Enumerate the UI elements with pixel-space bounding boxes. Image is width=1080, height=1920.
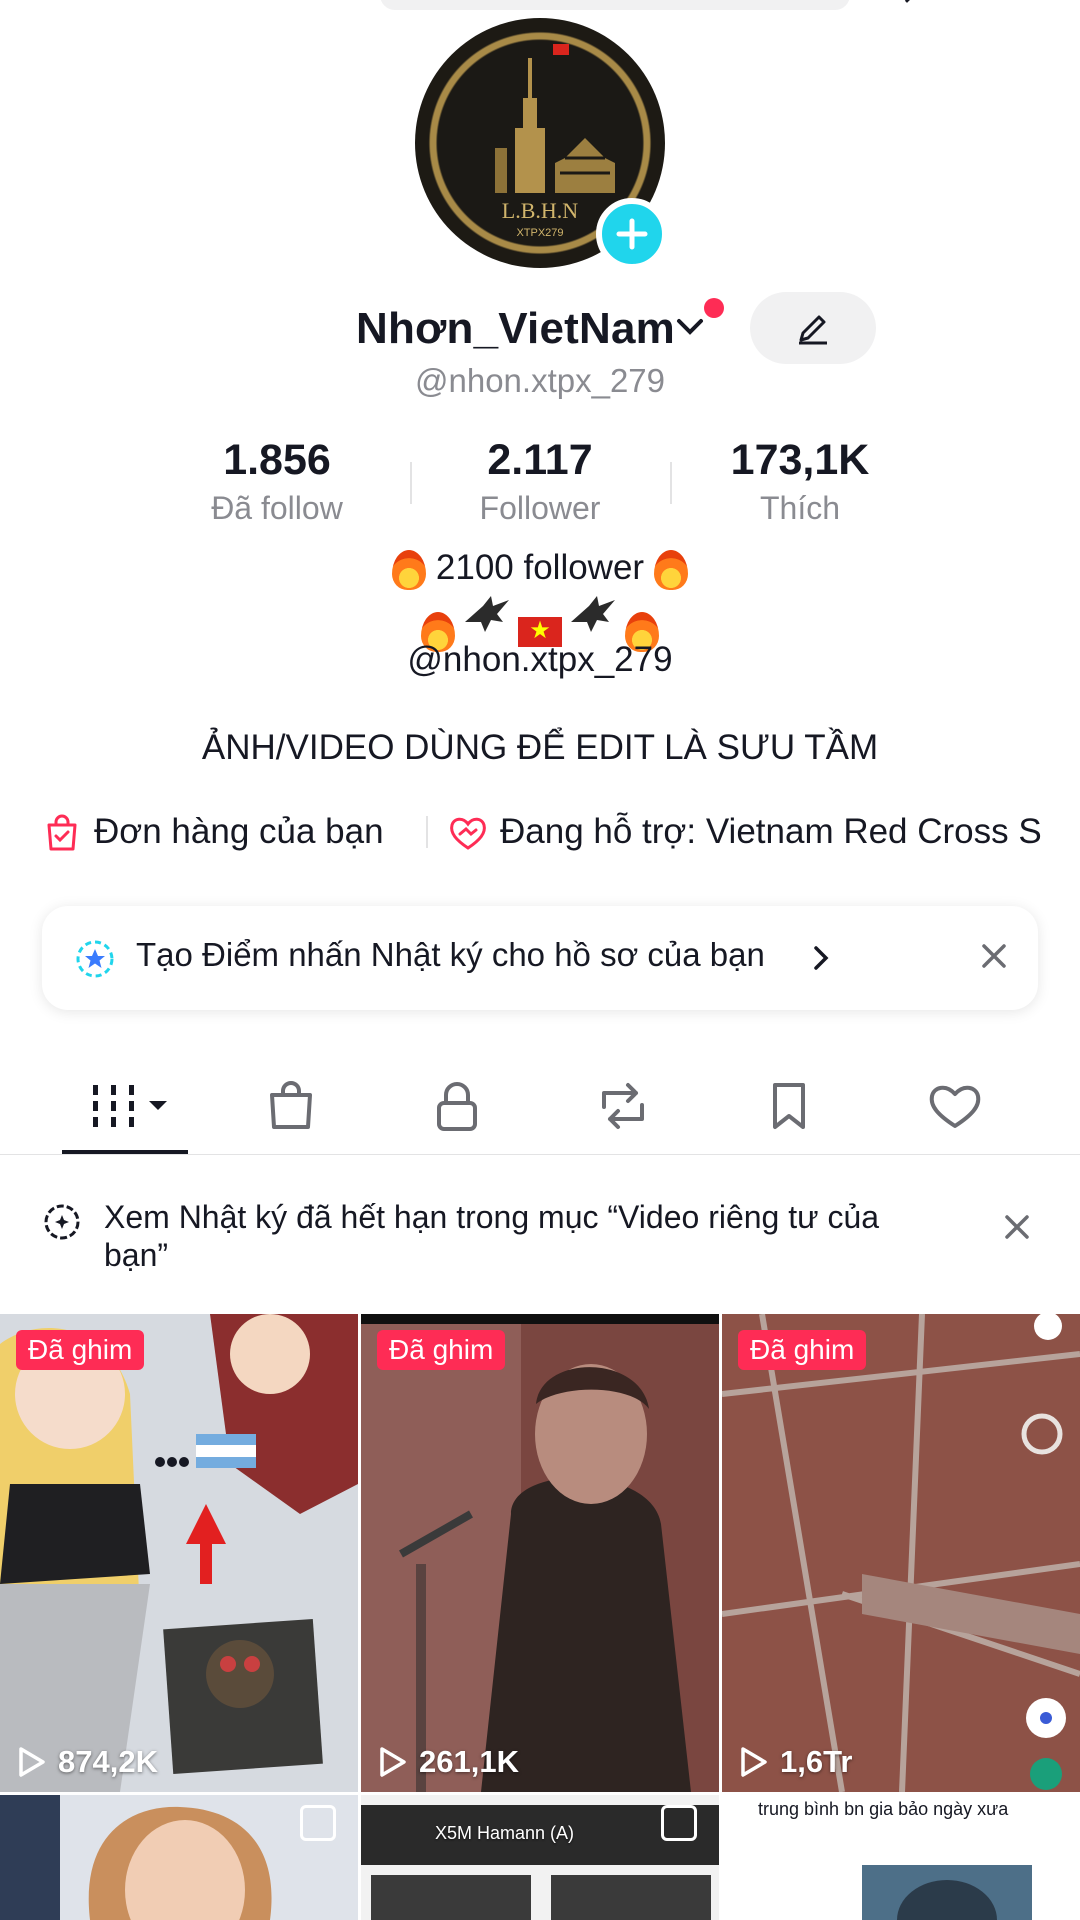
fire-icon xyxy=(653,549,688,590)
search-bar[interactable] xyxy=(380,0,850,10)
expired-stories-text: Xem Nhật ký đã hết hạn trong mục “Video … xyxy=(104,1199,880,1273)
svg-text:L.B.H.N: L.B.H.N xyxy=(502,198,579,223)
video-thumbnail[interactable]: trung bình bn gia bảo ngày xưa xyxy=(722,1795,1080,1920)
pinned-badge: Đã ghim xyxy=(16,1330,145,1370)
video-grid: Đã ghim 874,2K Đã ghim 261,1K Đã ghim 1,… xyxy=(0,1314,1080,1920)
following-label: Đã follow xyxy=(211,490,343,526)
photo-mode-icon xyxy=(300,1805,336,1841)
shopping-bag-icon xyxy=(47,814,77,851)
pinned-badge: Đã ghim xyxy=(377,1330,506,1370)
stat-following[interactable]: 1.856 Đã follow xyxy=(167,432,387,528)
view-count-value: 874,2K xyxy=(58,1744,158,1779)
username: @nhon.xtpx_279 xyxy=(414,362,665,399)
tab-videos[interactable] xyxy=(78,1074,174,1138)
pencil-icon xyxy=(799,315,827,345)
tab-favorites[interactable] xyxy=(741,1074,837,1138)
video-thumbnail[interactable]: X5M Hamann (A) xyxy=(361,1795,719,1920)
fire-icon xyxy=(392,549,427,590)
view-count: 874,2K xyxy=(16,1740,158,1784)
tabs-divider xyxy=(0,1154,1080,1155)
play-icon xyxy=(19,1747,45,1777)
close-icon[interactable] xyxy=(976,938,1012,974)
video-thumbnail-image xyxy=(0,1314,358,1792)
profile-links-row: Đơn hàng của bạn Đang hỗ trợ: Vietnam Re… xyxy=(0,808,1080,856)
video-thumbnail[interactable]: Đã ghim 1,6Tr xyxy=(722,1314,1080,1792)
repost-icon xyxy=(602,1083,644,1129)
view-count-value: 261,1K xyxy=(419,1744,519,1779)
tab-liked[interactable] xyxy=(907,1074,1003,1138)
highlight-prompt-text: Tạo Điểm nhấn Nhật ký cho hồ sơ của bạn xyxy=(136,936,765,973)
followers-label: Follower xyxy=(479,490,601,526)
tab-reposts[interactable] xyxy=(575,1074,671,1138)
bio-line-4: ẢNH/VIDEO DÙNG ĐỂ EDIT LÀ SƯU TẦM xyxy=(201,728,879,767)
view-count: 1,6Tr xyxy=(738,1740,852,1784)
bio-line-1: 2100 follower xyxy=(0,548,1080,590)
chevron-right-icon xyxy=(814,946,829,970)
play-icon xyxy=(741,1747,767,1777)
plus-icon xyxy=(616,218,648,250)
lock-icon xyxy=(437,1082,477,1131)
heart-icon xyxy=(929,1085,981,1128)
close-icon[interactable] xyxy=(1000,1210,1034,1244)
story-add-icon xyxy=(44,1204,80,1240)
orders-link[interactable]: Đơn hàng của bạn xyxy=(94,808,384,856)
bookmark-icon xyxy=(773,1083,805,1129)
notification-dot xyxy=(704,298,724,318)
video-thumbnail-image xyxy=(361,1314,719,1792)
view-count-value: 1,6Tr xyxy=(780,1744,853,1779)
video-thumbnail-image xyxy=(722,1314,1080,1792)
story-highlight-prompt-card[interactable]: Tạo Điểm nhấn Nhật ký cho hồ sơ của bạn xyxy=(42,906,1038,1010)
pinned-badge: Đã ghim xyxy=(738,1330,867,1370)
stat-likes[interactable]: 173,1K Thích xyxy=(690,432,910,528)
highlight-star-icon xyxy=(76,940,114,978)
add-story-button[interactable] xyxy=(596,198,668,270)
profile-tabs xyxy=(0,1070,1080,1156)
display-name[interactable]: Nhơn_VietNam xyxy=(356,304,675,354)
play-icon xyxy=(380,1747,406,1777)
tab-private[interactable] xyxy=(409,1074,505,1138)
stat-divider xyxy=(670,462,672,504)
supporting-charity-link[interactable]: Đang hỗ trợ: Vietnam Red Cross S xyxy=(500,808,1042,856)
stat-divider xyxy=(410,462,412,504)
thumbnail-caption: X5M Hamann (A) xyxy=(435,1823,575,1843)
stat-followers[interactable]: 2.117 Follower xyxy=(430,432,650,528)
eagle-icon xyxy=(571,596,616,632)
chevron-down-icon[interactable] xyxy=(675,316,705,338)
bio-followers-text: 2100 follower xyxy=(435,548,645,587)
thumbnail-caption: trung bình bn gia bảo ngày xưa xyxy=(758,1799,1009,1819)
video-thumbnail[interactable]: Đã ghim 261,1K xyxy=(361,1314,719,1792)
svg-text:XTPX279: XTPX279 xyxy=(516,227,563,239)
bio-line-3[interactable]: @nhon.xtpx_279 xyxy=(0,640,1080,680)
profile-stats: 1.856 Đã follow 2.117 Follower 173,1K Th… xyxy=(0,432,1080,532)
likes-count: 173,1K xyxy=(730,436,870,484)
eagle-icon xyxy=(464,596,509,632)
grid-icon xyxy=(93,1085,167,1127)
charity-heart-icon xyxy=(450,817,486,850)
video-thumbnail[interactable]: Đã ghim 874,2K xyxy=(0,1314,358,1792)
likes-label: Thích xyxy=(759,490,841,526)
edit-profile-button[interactable] xyxy=(750,292,876,364)
links-divider xyxy=(426,816,428,848)
following-count: 1.856 xyxy=(223,436,331,484)
view-count: 261,1K xyxy=(377,1740,519,1784)
photo-mode-icon xyxy=(661,1805,697,1841)
shopping-bag-icon xyxy=(270,1081,312,1129)
expired-stories-notice[interactable]: Xem Nhật ký đã hết hạn trong mục “Video … xyxy=(0,1190,1080,1286)
tab-shop[interactable] xyxy=(243,1074,339,1138)
video-thumbnail[interactable] xyxy=(0,1795,358,1920)
chevron-right-icon[interactable] xyxy=(897,0,917,3)
followers-count: 2.117 xyxy=(487,436,593,484)
